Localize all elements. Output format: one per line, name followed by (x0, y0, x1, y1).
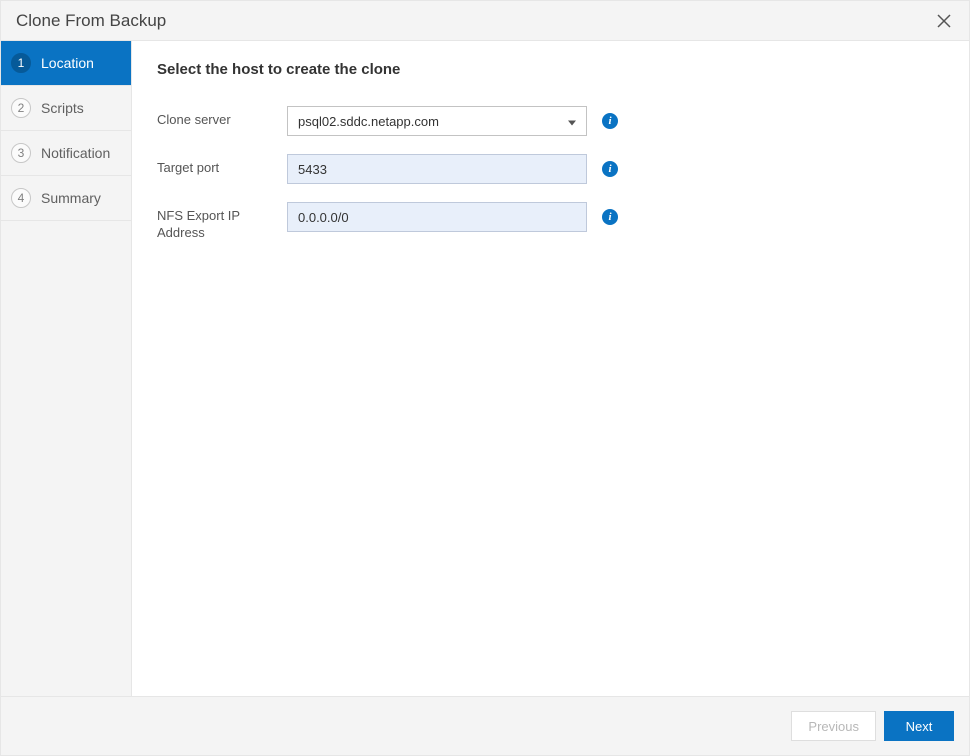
clone-server-dropdown[interactable]: psql02.sddc.netapp.com (287, 106, 587, 136)
clone-from-backup-dialog: Clone From Backup 1 Location 2 Scripts 3… (0, 0, 970, 756)
step-notification[interactable]: 3 Notification (1, 131, 131, 176)
wizard-steps-sidebar: 1 Location 2 Scripts 3 Notification 4 Su… (1, 41, 131, 696)
close-icon (937, 14, 951, 28)
info-icon[interactable]: i (602, 113, 618, 129)
step-number: 1 (11, 53, 31, 73)
step-label: Notification (41, 145, 110, 161)
nfs-export-value: 0.0.0.0/0 (298, 210, 349, 225)
step-number: 4 (11, 188, 31, 208)
step-location[interactable]: 1 Location (1, 41, 131, 86)
step-summary[interactable]: 4 Summary (1, 176, 131, 221)
dialog-footer: Previous Next (1, 697, 969, 755)
step-label: Location (41, 55, 94, 71)
caret-down-icon (568, 114, 576, 129)
row-target-port: Target port 5433 i (157, 154, 944, 184)
row-clone-server: Clone server psql02.sddc.netapp.com i (157, 106, 944, 136)
row-nfs-export: NFS Export IP Address 0.0.0.0/0 i (157, 202, 944, 242)
close-button[interactable] (934, 11, 954, 31)
dialog-title: Clone From Backup (16, 11, 166, 31)
dialog-body: 1 Location 2 Scripts 3 Notification 4 Su… (1, 41, 969, 697)
target-port-input[interactable]: 5433 (287, 154, 587, 184)
step-label: Summary (41, 190, 101, 206)
nfs-export-input[interactable]: 0.0.0.0/0 (287, 202, 587, 232)
nfs-export-label: NFS Export IP Address (157, 202, 287, 242)
clone-server-label: Clone server (157, 106, 287, 129)
step-number: 2 (11, 98, 31, 118)
previous-button: Previous (791, 711, 876, 741)
titlebar: Clone From Backup (1, 1, 969, 41)
step-scripts[interactable]: 2 Scripts (1, 86, 131, 131)
step-label: Scripts (41, 100, 84, 116)
clone-server-value: psql02.sddc.netapp.com (298, 114, 439, 129)
main-form-area: Select the host to create the clone Clon… (131, 41, 969, 696)
step-number: 3 (11, 143, 31, 163)
info-icon[interactable]: i (602, 161, 618, 177)
info-icon[interactable]: i (602, 209, 618, 225)
next-button[interactable]: Next (884, 711, 954, 741)
target-port-label: Target port (157, 154, 287, 177)
form-heading: Select the host to create the clone (157, 61, 944, 78)
target-port-value: 5433 (298, 162, 327, 177)
